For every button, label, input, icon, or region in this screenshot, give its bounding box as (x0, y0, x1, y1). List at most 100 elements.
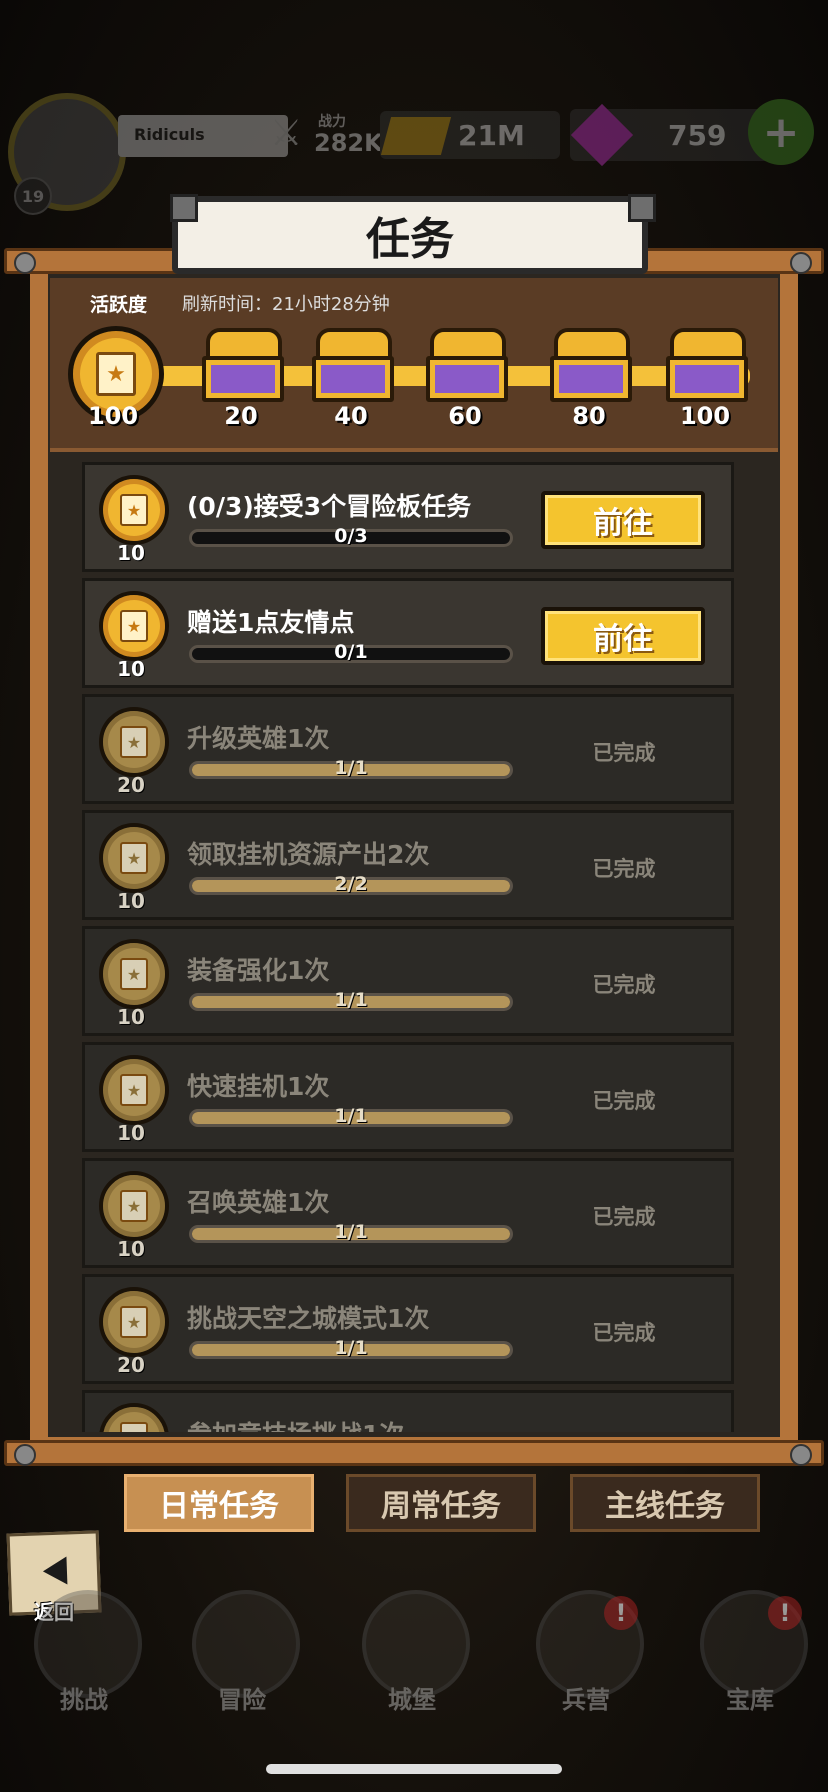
activity-label: 活跃度 (90, 294, 148, 316)
medal-icon: ★ (99, 1287, 169, 1357)
medal-icon: ★ (99, 1403, 169, 1432)
chest-threshold: 40 (334, 402, 368, 430)
task-points: 20 (117, 1353, 145, 1377)
chest-icon[interactable] (424, 328, 508, 402)
task-name: (0/3)接受3个冒险板任务 (187, 492, 472, 521)
task-progress-text: 1/1 (334, 1105, 368, 1127)
player-level: 19 (14, 177, 52, 215)
nav-challenge[interactable]: 挑战 (14, 1580, 154, 1730)
task-row: ★ 10 装备强化1次 1/1 已完成 (82, 926, 734, 1036)
plate-corner (170, 194, 198, 222)
completed-label: 已完成 (592, 857, 656, 881)
medal-icon: ★ (99, 475, 169, 545)
refresh-timer: 刷新时间：21小时28分钟 (182, 294, 390, 315)
medal-icon: ★ (99, 1171, 169, 1241)
task-progress-text: 0/3 (334, 525, 368, 547)
nail-icon (14, 252, 36, 274)
chest-threshold: 20 (224, 402, 258, 430)
tab-weekly[interactable]: 周常任务 (346, 1474, 536, 1532)
nav-label: 宝库 (726, 1686, 774, 1714)
player-name: Ridiculs (134, 125, 205, 144)
completed-label: 已完成 (592, 1089, 656, 1113)
nav-label: 冒险 (218, 1686, 266, 1714)
task-points: 10 (117, 1237, 145, 1261)
power-value: 282K (314, 129, 383, 157)
top-hud: 19 Ridiculs ⚔ 战力 282K 21M 759 + (0, 85, 828, 215)
task-row: ★ 20 挑战天空之城模式1次 1/1 已完成 (82, 1274, 734, 1384)
tab-main[interactable]: 主线任务 (570, 1474, 760, 1532)
task-points: 10 (117, 541, 145, 565)
goto-button[interactable]: 前往 (541, 607, 705, 665)
task-row: ★ 参加竞技场挑战1次 (82, 1390, 734, 1432)
task-name: 召唤英雄1次 (187, 1188, 330, 1217)
nav-label: 城堡 (388, 1686, 436, 1714)
task-row: ★ 10 快速挂机1次 1/1 已完成 (82, 1042, 734, 1152)
task-name: 升级英雄1次 (187, 724, 330, 753)
task-name: 挑战天空之城模式1次 (187, 1304, 430, 1333)
chest-threshold: 80 (572, 402, 606, 430)
medal-icon: ★ (99, 707, 169, 777)
nav-label: 挑战 (60, 1686, 108, 1714)
panel-bottom-beam (4, 1440, 824, 1466)
task-progress-text: 1/1 (334, 1221, 368, 1243)
nav-label: 兵营 (562, 1686, 610, 1714)
nail-icon (14, 1444, 36, 1466)
nail-icon (790, 1444, 812, 1466)
task-name: 参加竞技场挑战1次 (187, 1415, 404, 1432)
gem-value: 759 (668, 119, 727, 152)
goto-button[interactable]: 前往 (541, 491, 705, 549)
medal-icon: ★ (99, 1055, 169, 1125)
chest-icon[interactable] (200, 328, 284, 402)
task-list[interactable]: ★ 10 (0/3)接受3个冒险板任务 0/3 前往 ★ 10 赠送1点友情点 … (82, 462, 734, 1432)
task-row: ★ 10 召唤英雄1次 1/1 已完成 (82, 1158, 734, 1268)
medal-icon: ★ (99, 823, 169, 893)
task-name: 装备强化1次 (187, 956, 330, 985)
task-progress-text: 1/1 (334, 757, 368, 779)
gold-counter: 21M (380, 111, 560, 159)
gem-icon (570, 103, 634, 167)
task-name: 赠送1点友情点 (187, 608, 355, 637)
player-name-bar: Ridiculs (118, 115, 288, 157)
completed-label: 已完成 (592, 1321, 656, 1345)
chest-threshold: 100 (679, 402, 731, 430)
task-row: ★ 10 赠送1点友情点 0/1 前往 (82, 578, 734, 688)
task-name: 快速挂机1次 (187, 1072, 330, 1101)
nav-castle[interactable]: 城堡 (342, 1580, 482, 1730)
activity-value: 100 (87, 402, 139, 430)
activity-section: 活跃度 刷新时间：21小时28分钟 ★ 100 20 40 60 80 100 (50, 278, 778, 452)
swords-icon: ⚔ (270, 113, 303, 154)
gold-bar-icon (380, 117, 452, 155)
task-name: 领取挂机资源产出2次 (187, 840, 430, 869)
task-points: 10 (117, 1121, 145, 1145)
task-progress-text: 1/1 (334, 1337, 368, 1359)
add-currency-button[interactable]: + (748, 99, 814, 165)
nail-icon (790, 252, 812, 274)
home-indicator[interactable] (266, 1764, 562, 1774)
nav-adventure[interactable]: 冒险 (172, 1580, 312, 1730)
task-progress-text: 1/1 (334, 989, 368, 1011)
alert-icon: ! (604, 1596, 638, 1630)
task-points: 10 (117, 1005, 145, 1029)
task-points: 10 (117, 657, 145, 681)
alert-icon: ! (768, 1596, 802, 1630)
chest-threshold: 60 (448, 402, 482, 430)
tab-daily[interactable]: 日常任务 (124, 1474, 314, 1532)
task-row: ★ 20 升级英雄1次 1/1 已完成 (82, 694, 734, 804)
medal-icon: ★ (99, 591, 169, 661)
completed-label: 已完成 (592, 1205, 656, 1229)
task-points: 10 (117, 889, 145, 913)
chest-icon[interactable] (548, 328, 632, 402)
completed-label: 已完成 (592, 741, 656, 765)
chest-icon[interactable] (310, 328, 394, 402)
task-progress-text: 2/2 (334, 873, 368, 895)
task-progress-text: 0/1 (334, 641, 368, 663)
completed-label: 已完成 (592, 973, 656, 997)
medal-icon: ★ (99, 939, 169, 1009)
panel-title: 任务 (172, 196, 648, 274)
gem-counter: 759 (570, 103, 770, 167)
plate-corner (628, 194, 656, 222)
power-label: 战力 (318, 114, 346, 130)
gold-value: 21M (458, 119, 525, 152)
task-points: 20 (117, 773, 145, 797)
chest-icon[interactable] (664, 328, 748, 402)
